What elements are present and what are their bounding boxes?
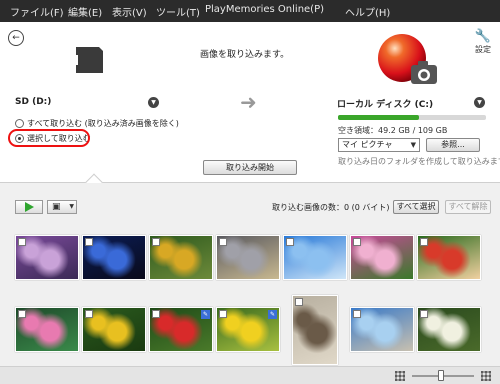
large-grid-icon[interactable] — [481, 371, 491, 381]
thumbnail-checkbox[interactable] — [420, 238, 428, 246]
view-options-button[interactable]: ▣ ▼ — [47, 200, 77, 214]
menu-file[interactable]: ファイル(F) — [10, 4, 64, 19]
thumbnail-checkbox[interactable] — [18, 238, 26, 246]
destination-folder-value: マイ ピクチャ — [342, 140, 393, 149]
photo-thumbnail[interactable] — [292, 295, 338, 365]
photo-thumbnail[interactable] — [417, 307, 481, 352]
photo-thumbnail[interactable]: ✎ — [216, 307, 280, 352]
thumbnail-checkbox[interactable] — [420, 310, 428, 318]
menu-edit[interactable]: 編集(E) — [68, 4, 102, 19]
photo-thumbnail[interactable] — [417, 235, 481, 280]
import-settings-pane: ← 🔧 設定 画像を取り込みます。 SD (D:) ▼ ➜ ローカル ディスク … — [0, 22, 500, 182]
photo-thumbnail[interactable] — [15, 307, 79, 352]
thumbnail-checkbox[interactable] — [18, 310, 26, 318]
select-all-button[interactable]: すべて選択 — [393, 200, 439, 214]
chevron-down-icon: ▼ — [410, 141, 416, 149]
play-icon — [24, 202, 34, 212]
import-count-text: 取り込む画像の数：0 (0 バイト) — [272, 203, 390, 212]
wrench-icon: 🔧 — [474, 29, 492, 44]
storage-usage-fill — [338, 115, 420, 120]
option-import-all-label: すべて取り込む (取り込み済み画像を除く) — [27, 119, 179, 128]
destination-drive-label: ローカル ディスク (C:) — [337, 100, 434, 110]
thumbnail-checkbox[interactable] — [295, 298, 303, 306]
playmemories-logo — [378, 34, 437, 84]
destination-dropdown-icon[interactable]: ▼ — [474, 97, 485, 108]
thumbnail-checkbox[interactable] — [85, 310, 93, 318]
back-arrow-icon: ← — [12, 32, 20, 43]
thumbnail-checkbox[interactable] — [353, 238, 361, 246]
photo-thumbnail[interactable] — [82, 235, 146, 280]
settings-button[interactable]: 🔧 設定 — [471, 30, 495, 55]
radio-import-all[interactable] — [15, 119, 24, 128]
photo-thumbnail[interactable] — [15, 235, 79, 280]
thumbnail-checkbox[interactable] — [219, 310, 227, 318]
menu-bar: ファイル(F) 編集(E) 表示(V) ツール(T) PlayMemories … — [0, 0, 500, 22]
start-import-button[interactable]: 取り込み開始 — [203, 160, 297, 175]
selected-option-highlight — [8, 129, 90, 147]
photo-thumbnail[interactable] — [350, 307, 414, 352]
destination-folder-select[interactable]: マイ ピクチャ ▼ — [338, 138, 420, 152]
menu-tools[interactable]: ツール(T) — [156, 4, 200, 19]
settings-label: 設定 — [475, 45, 491, 54]
folder-photo-icon: ▣ — [52, 202, 61, 212]
arrow-right-icon: ➜ — [240, 90, 257, 114]
sd-card-icon — [74, 47, 103, 73]
zoom-slider-handle[interactable] — [438, 370, 444, 381]
deselect-all-button[interactable]: すべて解除 — [445, 200, 491, 214]
photo-thumbnail[interactable] — [350, 235, 414, 280]
photo-thumbnail[interactable] — [283, 235, 347, 280]
thumbnail-checkbox[interactable] — [85, 238, 93, 246]
photo-thumbnail[interactable] — [82, 307, 146, 352]
photo-thumbnail[interactable] — [216, 235, 280, 280]
thumbnail-checkbox[interactable] — [353, 310, 361, 318]
thumbnail-checkbox[interactable] — [152, 238, 160, 246]
thumbnail-pane: ▣ ▼ 取り込む画像の数：0 (0 バイト) すべて選択 すべて解除 ✎ ✎ — [0, 183, 500, 366]
source-drive-label: SD (D:) — [15, 97, 52, 107]
folder-hint-text: 取り込み日のフォルダを作成して取り込みます。 — [338, 157, 500, 166]
page-title: 画像を取り込みます。 — [200, 50, 290, 60]
photo-thumbnail[interactable] — [149, 235, 213, 280]
menu-help[interactable]: ヘルプ(H) — [345, 4, 390, 19]
option-import-all[interactable]: すべて取り込む (取り込み済み画像を除く) — [15, 118, 179, 129]
browse-button[interactable]: 参照... — [426, 138, 480, 152]
source-dropdown-icon[interactable]: ▼ — [148, 97, 159, 108]
storage-usage-bar — [338, 115, 486, 120]
menu-view[interactable]: 表示(V) — [112, 4, 147, 19]
edited-badge-icon: ✎ — [268, 310, 277, 319]
photo-thumbnail[interactable]: ✎ — [149, 307, 213, 352]
chevron-down-icon: ▼ — [69, 203, 74, 210]
small-grid-icon[interactable] — [395, 371, 405, 381]
back-button[interactable]: ← — [8, 30, 24, 46]
status-bar — [0, 366, 500, 384]
slideshow-button[interactable] — [15, 200, 43, 214]
thumbnail-checkbox[interactable] — [219, 238, 227, 246]
thumbnail-checkbox[interactable] — [152, 310, 160, 318]
edited-badge-icon: ✎ — [201, 310, 210, 319]
free-space-text: 空き領域：49.2 GB / 109 GB — [338, 126, 448, 135]
menu-playmemories[interactable]: PlayMemories Online(P) — [205, 4, 324, 15]
thumbnail-checkbox[interactable] — [286, 238, 294, 246]
